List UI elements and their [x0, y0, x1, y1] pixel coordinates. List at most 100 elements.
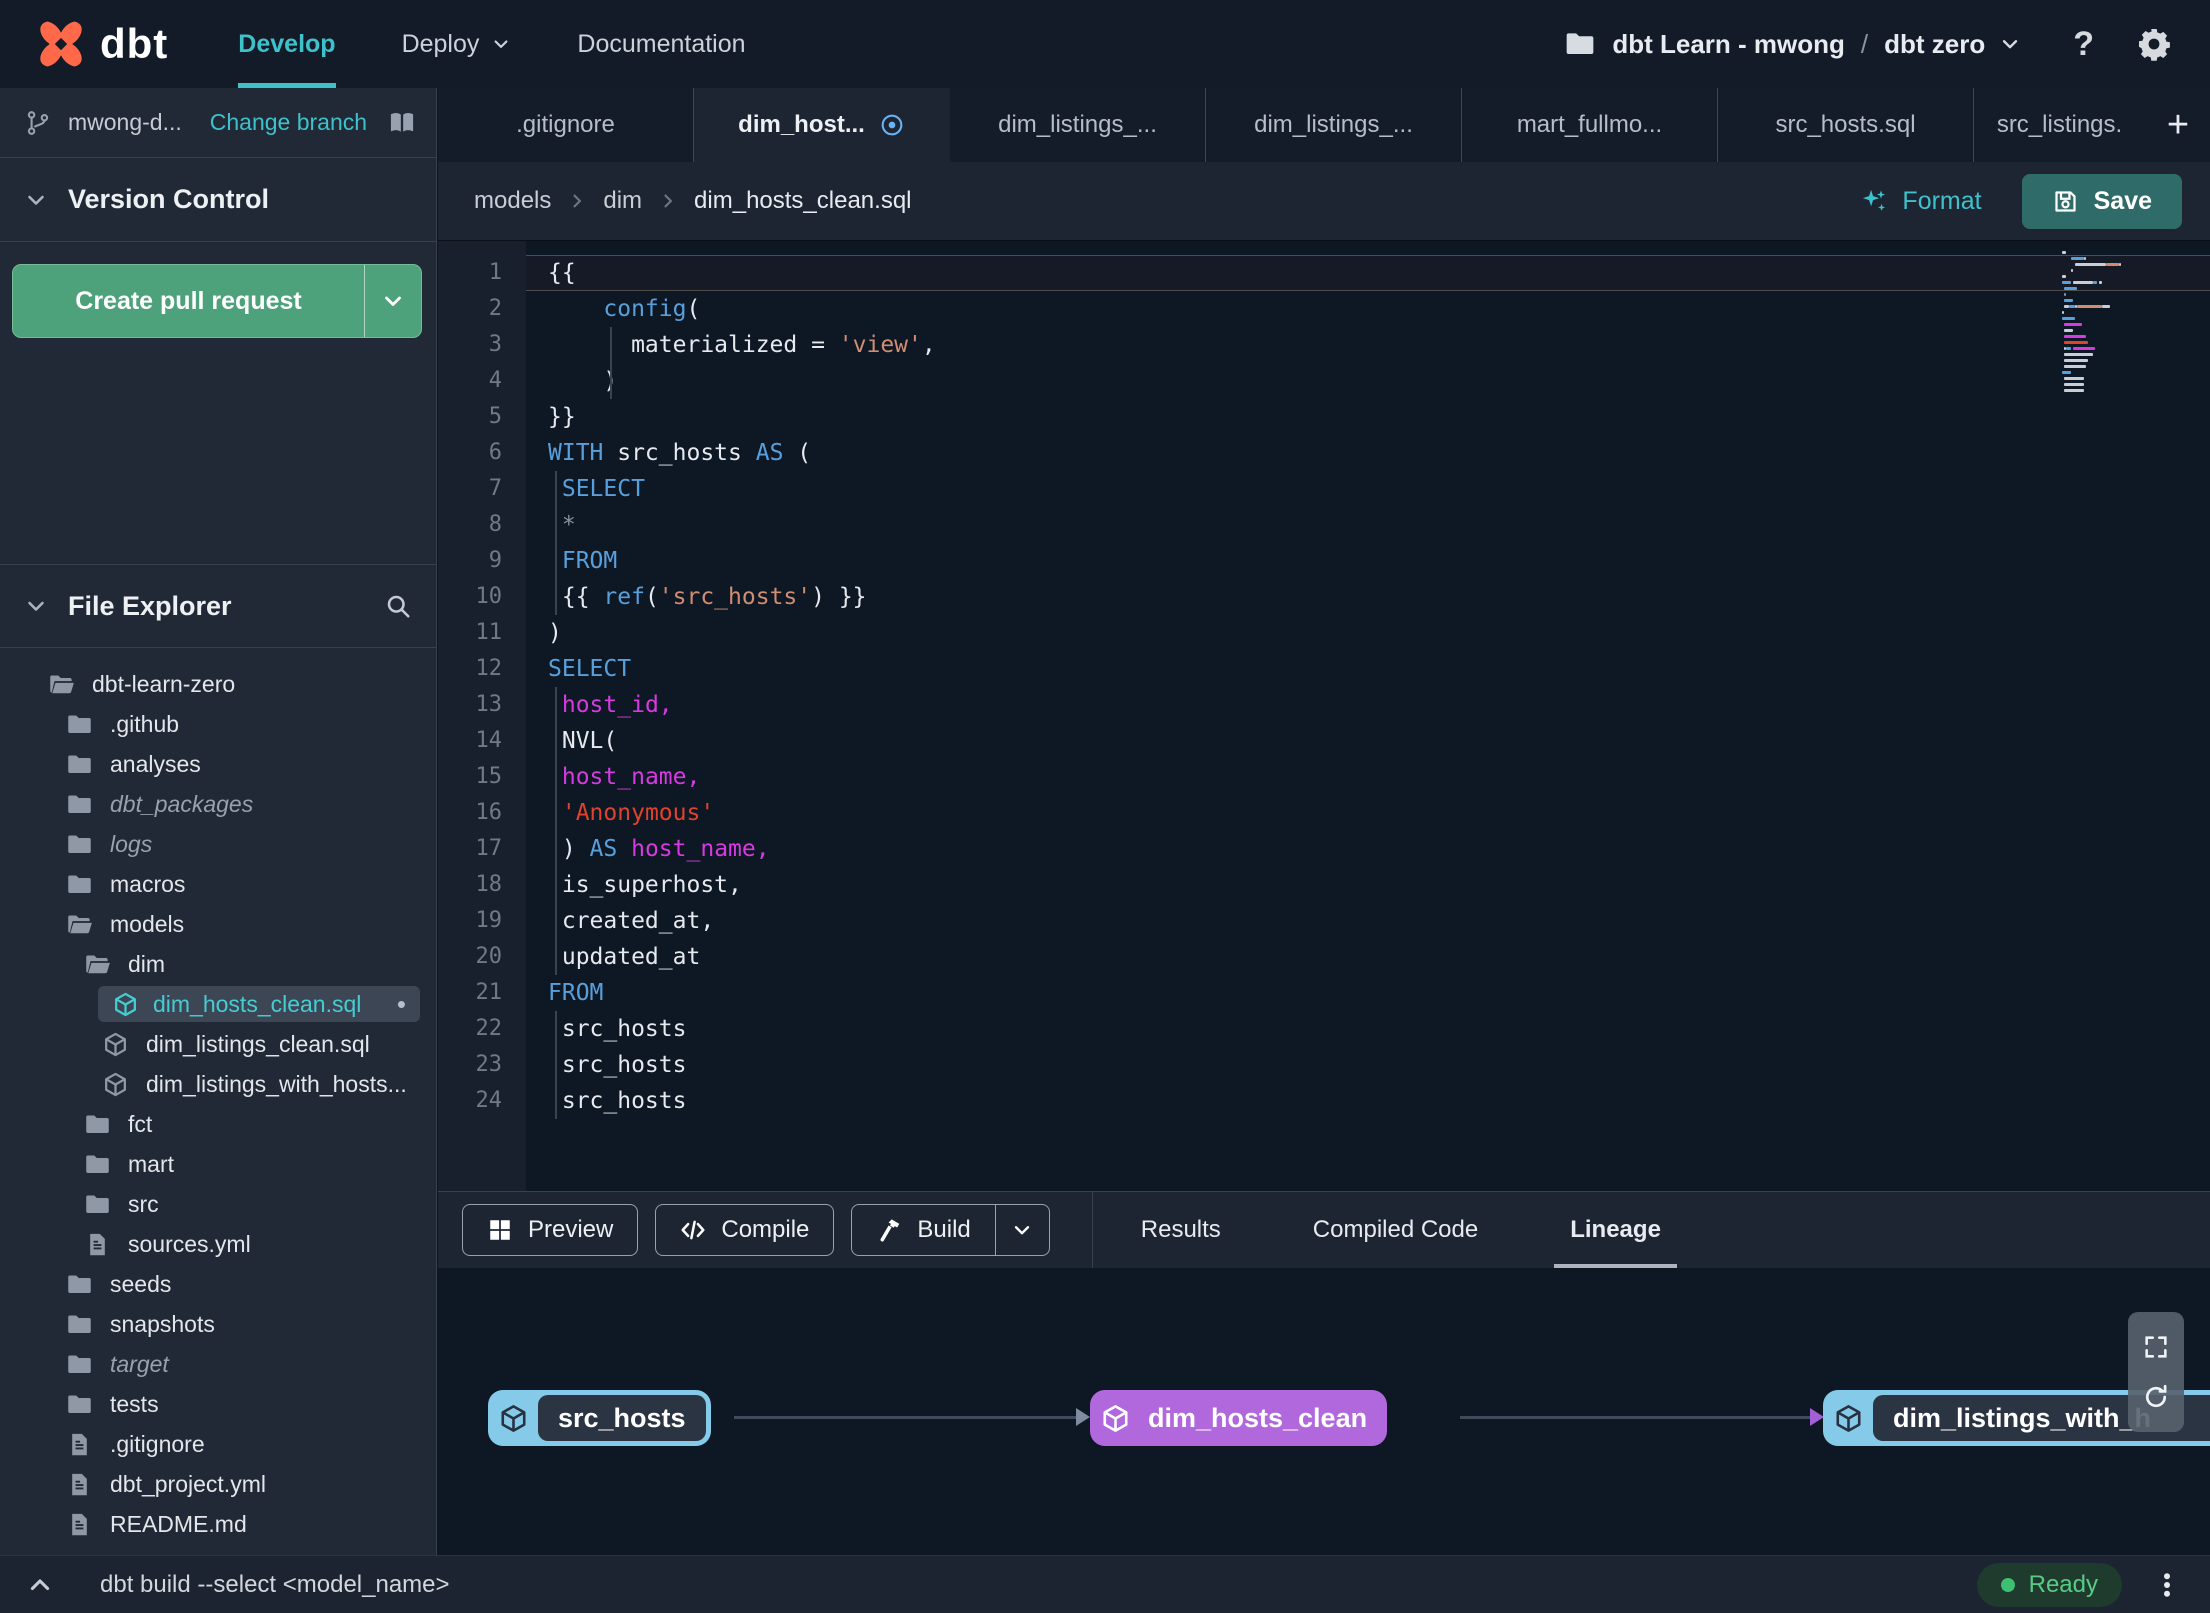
file-explorer-header[interactable]: File Explorer [0, 564, 436, 648]
editor-tab[interactable]: src_hosts.sql [1718, 88, 1974, 162]
tree-item[interactable]: macros [0, 864, 436, 904]
lineage-node[interactable]: src_hosts [488, 1390, 711, 1446]
minimap-line [2062, 269, 2192, 272]
code-line[interactable]: 4 ) [438, 363, 2210, 399]
tree-item[interactable]: models [0, 904, 436, 944]
code-line[interactable]: 14 NVL( [438, 723, 2210, 759]
code-line[interactable]: 10 {{ ref('src_hosts') }} [438, 579, 2210, 615]
tree-item[interactable]: target [0, 1344, 436, 1384]
editor-tab[interactable]: dim_listings_... [950, 88, 1206, 162]
code-lines: 1{{2 config(3 materialized = 'view', 4 ) 5… [438, 255, 2210, 1119]
code-line[interactable]: 5}} [438, 399, 2210, 435]
breadcrumb-item[interactable]: models [474, 187, 551, 215]
code-line[interactable]: 13 host_id, [438, 687, 2210, 723]
format-button[interactable]: Format [1860, 187, 1982, 216]
tree-item[interactable]: tests [0, 1384, 436, 1424]
code-line[interactable]: 6 WITH src_hosts AS ( [438, 435, 2210, 471]
tree-item[interactable]: fct [0, 1104, 436, 1144]
tree-item[interactable]: dbt_packages [0, 784, 436, 824]
tree-item[interactable]: logs [0, 824, 436, 864]
code-line[interactable]: 19 created_at, [438, 903, 2210, 939]
code-line[interactable]: 20 updated_at [438, 939, 2210, 975]
tree-item[interactable]: .gitignore [0, 1424, 436, 1464]
build-dropdown[interactable] [994, 1205, 1049, 1255]
help-icon[interactable]: ? [2073, 25, 2094, 64]
tree-item[interactable]: dim_hosts_clean.sql • [0, 984, 436, 1024]
settings-gear-icon[interactable] [2136, 26, 2172, 62]
editor-tab[interactable]: dim_host... [694, 88, 950, 162]
command-input[interactable]: dbt build --select <model_name> [100, 1571, 450, 1599]
tree-item[interactable]: seeds [0, 1264, 436, 1304]
folder-icon [66, 751, 93, 778]
create-pull-request-label[interactable]: Create pull request [13, 265, 364, 337]
code-line[interactable]: 3 materialized = 'view', [438, 327, 2210, 363]
editor-tab[interactable]: src_listings. [1974, 88, 2146, 162]
tree-item[interactable]: dim_listings_clean.sql [0, 1024, 436, 1064]
chevron-up-icon[interactable] [26, 1571, 54, 1599]
fullscreen-icon[interactable] [2142, 1333, 2170, 1361]
code-line[interactable]: 24 src_hosts [438, 1083, 2210, 1119]
code-line[interactable]: 11) [438, 615, 2210, 651]
breadcrumb-item[interactable]: dim_hosts_clean.sql [694, 187, 911, 215]
code-line[interactable]: 9 FROM [438, 543, 2210, 579]
tree-item[interactable]: mart [0, 1144, 436, 1184]
search-icon[interactable] [384, 592, 412, 620]
code-line[interactable]: 18 is_superhost, [438, 867, 2210, 903]
pull-request-dropdown[interactable] [365, 265, 421, 337]
refresh-icon[interactable] [2142, 1383, 2170, 1411]
tree-item[interactable]: dim_listings_with_hosts... [0, 1064, 436, 1104]
preview-button[interactable]: Preview [462, 1204, 639, 1256]
panel-tab-results[interactable]: Results [1131, 1192, 1231, 1268]
code-text: SELECT [561, 476, 645, 502]
tree-item[interactable]: dbt-learn-zero [0, 664, 436, 704]
preview-main[interactable]: Preview [463, 1205, 637, 1255]
code-line[interactable]: 2 config( [438, 291, 2210, 327]
compile-button[interactable]: Compile [655, 1204, 835, 1256]
code-line[interactable]: 16 'Anonymous' [438, 795, 2210, 831]
panel-tab-compiled-code[interactable]: Compiled Code [1303, 1192, 1488, 1268]
docs-book-icon[interactable] [388, 109, 416, 137]
code-line[interactable]: 7 SELECT [438, 471, 2210, 507]
code-line[interactable]: 12 SELECT [438, 651, 2210, 687]
kebab-menu-icon[interactable] [2152, 1570, 2182, 1600]
tree-item[interactable]: snapshots [0, 1304, 436, 1344]
editor-minimap[interactable] [2062, 251, 2192, 395]
tree-item[interactable]: dbt_project.yml [0, 1464, 436, 1504]
tree-item[interactable]: README.md [0, 1504, 436, 1544]
tree-item[interactable]: analyses [0, 744, 436, 784]
nav-item-develop[interactable]: Develop [238, 0, 336, 88]
new-tab-button[interactable]: + [2146, 88, 2210, 162]
code-line[interactable]: 8 * [438, 507, 2210, 543]
project-switcher[interactable]: dbt Learn - mwong / dbt zero [1564, 28, 2021, 60]
panel-tab-lineage[interactable]: Lineage [1554, 1192, 1677, 1268]
lineage-graph[interactable]: src_hosts dim_hosts_clean dim_listings_wit… [438, 1268, 2210, 1555]
editor-tab[interactable]: .gitignore [438, 88, 694, 162]
tree-item[interactable]: sources.yml [0, 1224, 436, 1264]
code-line[interactable]: 1 {{ [438, 255, 2210, 291]
nav-item-deploy[interactable]: Deploy [402, 0, 512, 88]
code-line[interactable]: 21 FROM [438, 975, 2210, 1011]
create-pull-request-button[interactable]: Create pull request [12, 264, 422, 338]
editor-tab[interactable]: dim_listings_... [1206, 88, 1462, 162]
compile-main[interactable]: Compile [656, 1205, 833, 1255]
build-button[interactable]: Build [851, 1204, 1050, 1256]
code-line[interactable]: 17 ) AS host_name, [438, 831, 2210, 867]
build-main[interactable]: Build [852, 1205, 994, 1255]
nav-item-documentation[interactable]: Documentation [577, 0, 745, 88]
code-line[interactable]: 15 host_name, [438, 759, 2210, 795]
breadcrumb-item[interactable]: dim [603, 187, 642, 215]
tree-item-selected[interactable]: dim_hosts_clean.sql • [98, 986, 420, 1022]
line-number: 16 [475, 800, 503, 825]
code-line[interactable]: 22 src_hosts [438, 1011, 2210, 1047]
save-button[interactable]: Save [2021, 173, 2182, 229]
line-number: 12 [475, 656, 503, 681]
tree-item[interactable]: dim [0, 944, 436, 984]
change-branch-link[interactable]: Change branch [210, 109, 367, 136]
code-editor[interactable]: 1{{2 config(3 materialized = 'view', 4 ) 5… [438, 240, 2210, 1191]
lineage-node[interactable]: dim_hosts_clean [1090, 1390, 1388, 1446]
version-control-header[interactable]: Version Control [0, 158, 436, 242]
editor-tab[interactable]: mart_fullmo... [1462, 88, 1718, 162]
tree-item[interactable]: .github [0, 704, 436, 744]
code-line[interactable]: 23 src_hosts [438, 1047, 2210, 1083]
tree-item[interactable]: src [0, 1184, 436, 1224]
